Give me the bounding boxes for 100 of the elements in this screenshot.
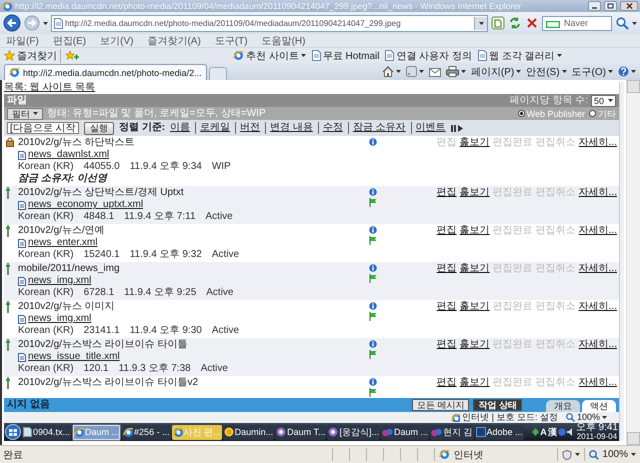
sort-link[interactable]: 버전 bbox=[235, 122, 260, 134]
action-link[interactable]: 편집 bbox=[436, 377, 457, 389]
action-link[interactable]: 편집 bbox=[436, 301, 457, 313]
menu-item[interactable]: 즐겨찾기(A) bbox=[147, 34, 201, 48]
ime-indicator[interactable]: 漢 bbox=[548, 426, 557, 438]
action-link[interactable]: 자세히... bbox=[578, 137, 617, 149]
search-field[interactable]: Naver bbox=[542, 16, 612, 30]
home-button[interactable] bbox=[382, 66, 401, 77]
start-button[interactable] bbox=[5, 424, 21, 440]
menu-item[interactable]: 도움말(H) bbox=[262, 34, 306, 48]
menu-item[interactable]: 편집(E) bbox=[52, 34, 86, 48]
sort-link[interactable]: 변경 내용 bbox=[265, 122, 313, 134]
action-link[interactable]: 자세히... bbox=[578, 301, 617, 313]
radio-button[interactable] bbox=[518, 110, 525, 117]
menu-item[interactable]: 파일(F) bbox=[6, 34, 39, 48]
action-link[interactable]: 훑보기 bbox=[460, 263, 490, 275]
action-link[interactable]: 훑보기 bbox=[460, 301, 490, 313]
taskbar-button[interactable]: #256 - ... bbox=[122, 424, 171, 440]
favorite-link[interactable]: 웹 조각 갤러리 bbox=[478, 48, 562, 62]
panel-tab[interactable]: 액션 bbox=[582, 400, 616, 412]
sort-link[interactable]: 이름 bbox=[170, 122, 190, 134]
action-link[interactable]: 자세히... bbox=[578, 187, 617, 199]
refresh-button[interactable] bbox=[508, 16, 522, 30]
favorite-link[interactable]: 무료 Hotmail bbox=[312, 48, 380, 62]
file-link[interactable]: news_issue_title.xml bbox=[28, 351, 120, 363]
action-link[interactable]: 훑보기 bbox=[460, 137, 490, 149]
action-link[interactable]: 자세히... bbox=[578, 339, 617, 351]
ime-indicator[interactable]: A bbox=[540, 426, 547, 438]
network-icon bbox=[532, 428, 540, 436]
breadcrumb-link[interactable]: 목록: 웹 사이트 목록 bbox=[4, 82, 619, 94]
sort-link[interactable]: 잠금 소유자 bbox=[348, 122, 406, 134]
compatibility-view-button[interactable] bbox=[491, 16, 505, 30]
action-link[interactable]: 편집 bbox=[436, 263, 457, 275]
panel-tab[interactable]: 개요 bbox=[546, 400, 580, 412]
panel-button[interactable]: 모든 메시지 bbox=[412, 399, 470, 411]
action-link[interactable]: 훑보기 bbox=[460, 187, 490, 199]
action-link[interactable]: 편집 bbox=[436, 187, 457, 199]
dropdown-button[interactable] bbox=[474, 16, 487, 30]
file-link[interactable]: news_dawnlst.xml bbox=[28, 149, 110, 161]
messenger-icon bbox=[431, 428, 442, 436]
modified-text: 11.9.4 오후 9:30 bbox=[130, 325, 202, 337]
filter-button[interactable]: 필터 bbox=[7, 108, 43, 120]
radio-button[interactable] bbox=[589, 110, 596, 117]
action-link[interactable]: 자세히... bbox=[578, 263, 617, 275]
menu-item[interactable]: 보기(V) bbox=[100, 34, 134, 48]
taskbar-button[interactable]: [웅감식]... bbox=[327, 424, 380, 440]
forward-button[interactable] bbox=[24, 15, 40, 31]
stop-button[interactable] bbox=[525, 16, 539, 30]
command-menu[interactable]: 도구(O) bbox=[572, 64, 613, 78]
restore-button[interactable] bbox=[604, 1, 617, 11]
favorite-link[interactable]: 연결 사용자 정의 bbox=[385, 48, 472, 62]
action-link[interactable]: 훑보기 bbox=[460, 339, 490, 351]
action-link[interactable]: 자세히... bbox=[578, 377, 617, 389]
zone-status[interactable]: 인터넷 | 보호 모드: 설정 bbox=[451, 412, 558, 423]
taskbar-button[interactable]: Daum T... bbox=[275, 424, 326, 440]
add-favorite-button[interactable] bbox=[65, 50, 79, 61]
action-link[interactable]: 훑보기 bbox=[460, 225, 490, 237]
info-icon bbox=[369, 302, 377, 310]
command-menu[interactable]: 페이지(P) bbox=[470, 64, 522, 78]
sort-link[interactable]: 이벤트 bbox=[410, 122, 446, 134]
feeds-button[interactable] bbox=[406, 66, 424, 77]
favorite-link[interactable]: 추천 사이트 bbox=[233, 48, 306, 62]
print-button[interactable] bbox=[446, 66, 466, 77]
taskbar-button[interactable]: Daum ... bbox=[380, 424, 429, 440]
command-menu[interactable]: 안전(S) bbox=[526, 64, 567, 78]
zoom-button[interactable]: 100% bbox=[584, 448, 640, 461]
address-field[interactable]: http://i2.media.daumcdn.net/photo-media/201109/04/mediadaum/20110904214047_299.jpeg bbox=[51, 14, 488, 32]
action-link[interactable]: 훑보기 bbox=[460, 377, 490, 389]
search-provider-icon bbox=[546, 20, 560, 28]
file-link[interactable]: news_img.xml bbox=[28, 275, 92, 287]
panel-button[interactable]: 작업 상태 bbox=[473, 399, 522, 411]
file-link[interactable]: news_enter.xml bbox=[28, 237, 98, 249]
more-icon[interactable] bbox=[450, 124, 463, 132]
action-link[interactable]: 편집 bbox=[436, 225, 457, 237]
taskbar-button[interactable]: 0904.tx... bbox=[22, 424, 72, 440]
file-link[interactable]: news_img.xml bbox=[28, 313, 92, 325]
menu-item[interactable]: 도구(T) bbox=[214, 34, 248, 48]
help-icon bbox=[618, 66, 629, 77]
zoom-control[interactable]: 100% bbox=[566, 412, 607, 423]
help-button[interactable] bbox=[618, 66, 636, 77]
close-button[interactable] bbox=[620, 1, 638, 11]
action-link[interactable]: 자세히... bbox=[578, 225, 617, 237]
taskbar-button[interactable]: Daumin... bbox=[222, 424, 274, 440]
minimize-button[interactable] bbox=[588, 1, 601, 11]
browser-tab[interactable]: http://i2.media.daumcdn.net/photo-media/2... bbox=[4, 64, 207, 80]
file-link[interactable]: news_economy_uptxt.xml bbox=[28, 199, 144, 211]
sort-label: 정렬 기준: bbox=[119, 122, 166, 134]
filter-description: 형태: 유형=파일 및 폴더, 로케일=모두, 상태=WIP bbox=[47, 108, 267, 120]
per-page-select[interactable]: 50 bbox=[590, 94, 616, 106]
search-icon[interactable] bbox=[615, 16, 629, 30]
sort-link[interactable]: 수정 bbox=[318, 122, 343, 134]
run-button[interactable]: 실행 bbox=[84, 122, 114, 134]
taskbar-button[interactable]: Adobe ... bbox=[474, 424, 524, 440]
taskbar-button[interactable]: 현지 김 bbox=[430, 424, 474, 440]
filter-input[interactable]: [다음으로 시작 bbox=[7, 122, 79, 134]
action-link[interactable]: 편집 bbox=[436, 339, 457, 351]
message-text: 시지 없음 bbox=[7, 399, 51, 411]
back-button[interactable] bbox=[3, 14, 21, 32]
sort-link[interactable]: 로케일 bbox=[195, 122, 230, 134]
mail-button[interactable] bbox=[428, 66, 441, 76]
